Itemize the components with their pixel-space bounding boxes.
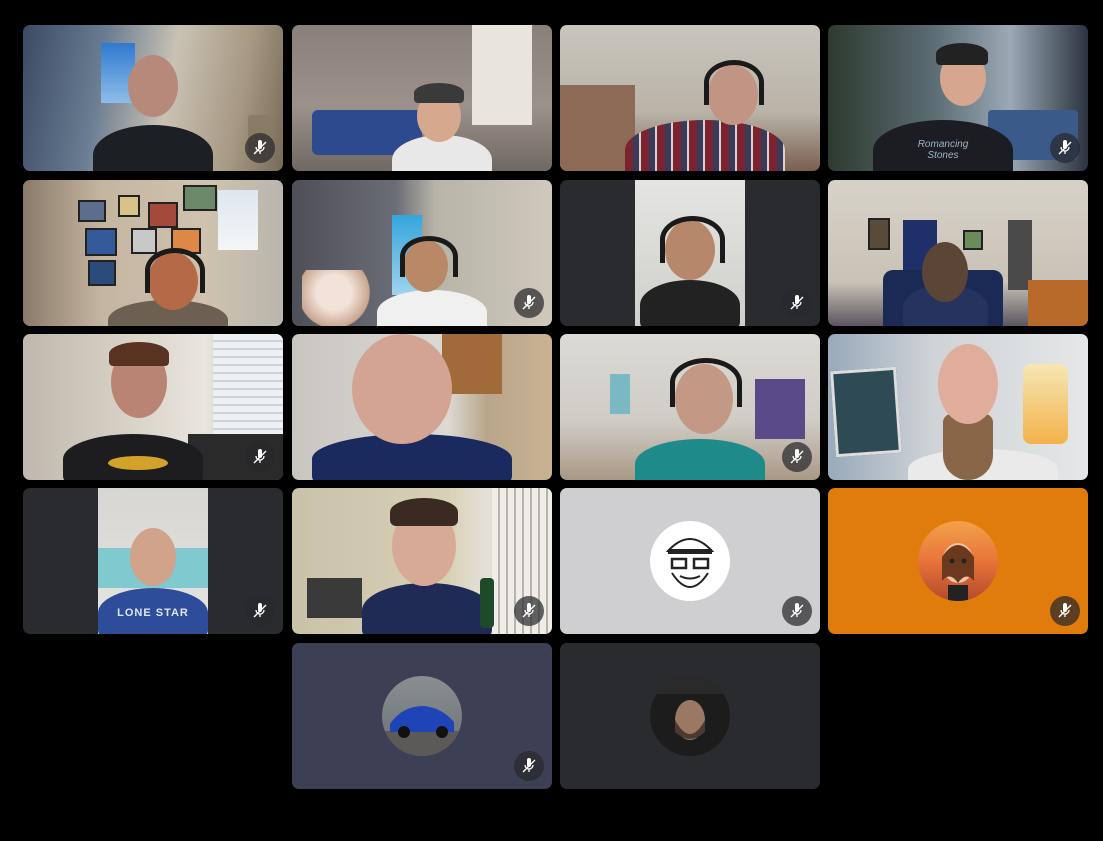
participant-tile-13[interactable]: LONE STAR <box>23 488 283 634</box>
participant-tile-6[interactable] <box>292 180 552 326</box>
participant-avatar <box>382 676 462 756</box>
participant-video <box>23 180 283 326</box>
mic-muted-icon <box>245 596 275 626</box>
participant-tile-18[interactable] <box>560 643 820 789</box>
participant-tile-3[interactable] <box>560 25 820 171</box>
participant-tile-11[interactable] <box>560 334 820 480</box>
participant-tile-5[interactable] <box>23 180 283 326</box>
participant-video <box>292 180 552 326</box>
participant-video <box>560 334 820 480</box>
participant-tile-12[interactable] <box>828 334 1088 480</box>
participant-video <box>292 334 552 480</box>
mic-muted-icon <box>245 442 275 472</box>
mic-muted-icon <box>782 288 812 318</box>
participant-video <box>23 334 283 480</box>
mic-muted-icon <box>782 442 812 472</box>
mic-muted-icon <box>514 751 544 781</box>
participant-video <box>828 180 1088 326</box>
participant-avatar <box>650 521 730 601</box>
participant-tile-10[interactable] <box>292 334 552 480</box>
participant-tile-14[interactable] <box>292 488 552 634</box>
participant-tile-4[interactable]: Romancing Stones <box>828 25 1088 171</box>
mic-muted-icon <box>514 596 544 626</box>
participant-tile-15[interactable] <box>560 488 820 634</box>
mic-muted-icon <box>782 596 812 626</box>
participant-tile-2[interactable] <box>292 25 552 171</box>
mic-muted-icon <box>514 288 544 318</box>
shirt-text: LONE STAR <box>117 607 189 619</box>
participant-video <box>292 488 552 634</box>
participant-video <box>828 334 1088 480</box>
participant-tile-17[interactable] <box>292 643 552 789</box>
participant-video: LONE STAR <box>98 488 208 634</box>
mic-muted-icon <box>1050 133 1080 163</box>
participant-video: Romancing Stones <box>828 25 1088 171</box>
shirt-text: Romancing Stones <box>917 139 969 161</box>
participant-tile-7[interactable] <box>560 180 820 326</box>
mic-muted-icon <box>1050 596 1080 626</box>
participant-tile-8[interactable] <box>828 180 1088 326</box>
participant-avatar <box>650 676 730 756</box>
participant-avatar <box>918 521 998 601</box>
participant-video <box>635 180 745 326</box>
participant-tile-9[interactable] <box>23 334 283 480</box>
participant-tile-1[interactable] <box>23 25 283 171</box>
mic-muted-icon <box>245 133 275 163</box>
participant-video <box>560 25 820 171</box>
participant-video <box>292 25 552 171</box>
participant-video <box>23 25 283 171</box>
participant-tile-16[interactable] <box>828 488 1088 634</box>
